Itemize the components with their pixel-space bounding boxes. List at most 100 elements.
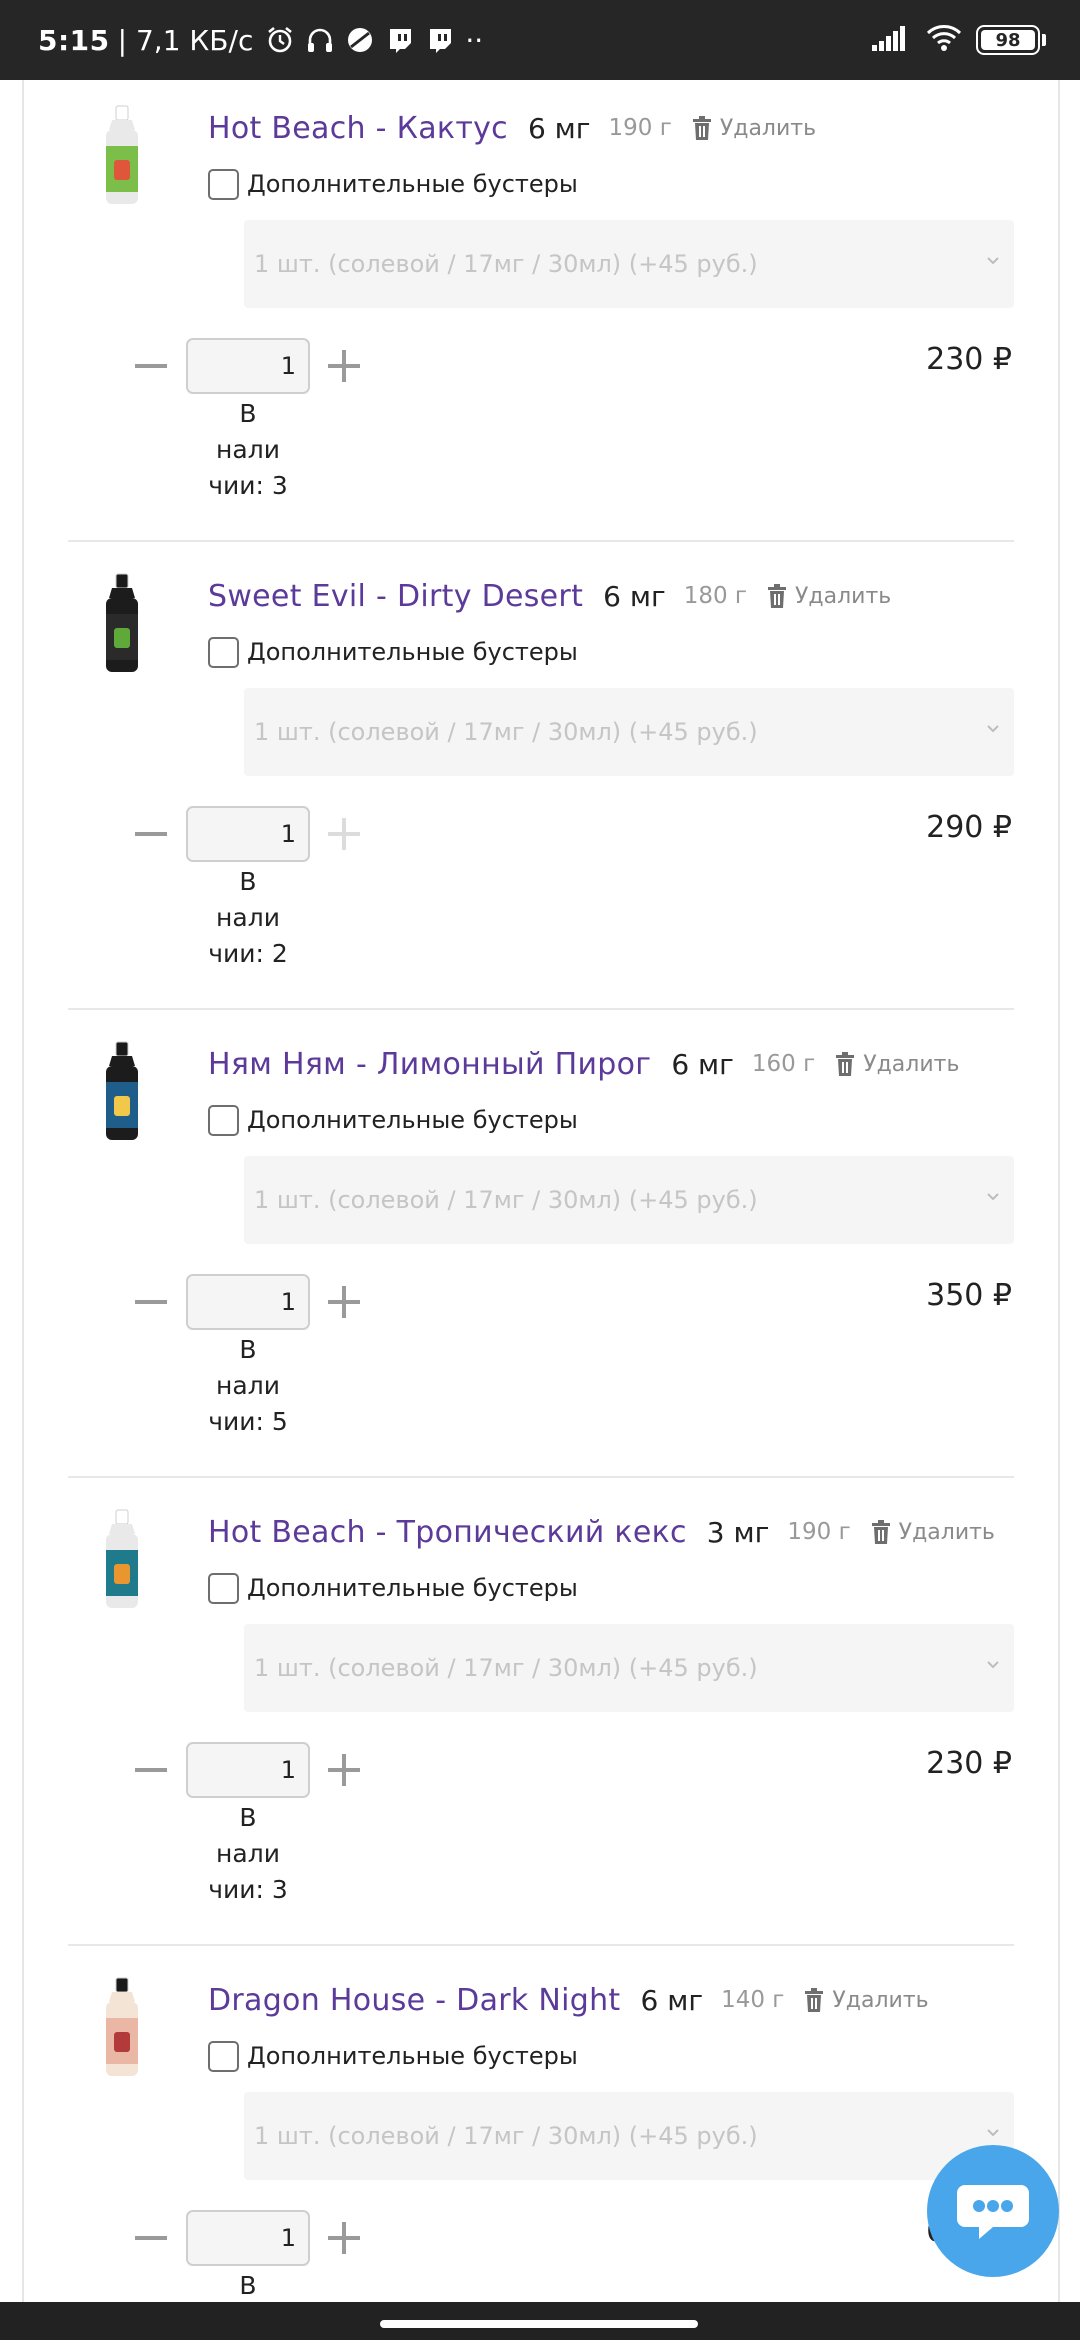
quantity-input[interactable] [186,806,310,862]
booster-select[interactable]: 1 шт. (солевой / 17мг / 30мл) (+45 руб.) [244,1156,1014,1244]
decrease-quantity-button[interactable] [135,1300,167,1304]
delete-button[interactable]: Удалить [835,1052,959,1077]
quantity-input[interactable] [186,1742,310,1798]
headphones-icon [305,25,335,55]
product-image[interactable] [68,1038,176,1146]
boosters-option[interactable]: Дополнительные бустеры [208,164,578,204]
pie-app-icon [345,25,375,55]
boosters-label: Дополнительные бустеры [247,2042,578,2070]
item-divider [68,1476,1014,1478]
product-weight: 190 г [787,1519,851,1545]
booster-select[interactable]: 1 шт. (солевой / 17мг / 30мл) (+45 руб.) [244,220,1014,308]
increase-quantity-button[interactable] [328,2222,360,2254]
product-name-link[interactable]: Dragon House - Dark Night [208,1983,621,2018]
product-image[interactable] [68,570,176,678]
booster-select[interactable]: 1 шт. (солевой / 17мг / 30мл) (+45 руб.) [244,688,1014,776]
product-image[interactable] [68,102,176,210]
delete-button[interactable]: Удалить [804,1987,929,2013]
decrease-quantity-button[interactable] [135,364,167,368]
status-network-speed: | 7,1 КБ/с [117,23,254,57]
boosters-checkbox[interactable] [208,2040,239,2072]
increase-quantity-button[interactable] [328,350,360,382]
boosters-checkbox[interactable] [208,1104,239,1136]
delete-button[interactable]: Удалить [767,584,891,609]
home-gesture-handle[interactable] [380,2320,698,2328]
boosters-option[interactable]: Дополнительные бустеры [208,632,578,672]
item-price: 350 ₽ [926,1278,1012,1313]
more-notifications: ·· [465,23,484,57]
boosters-label: Дополнительные бустеры [247,1106,578,1134]
increase-quantity-button[interactable] [328,1754,360,1786]
boosters-option[interactable]: Дополнительные бустеры [208,1100,578,1140]
delete-button[interactable]: Удалить [692,116,816,141]
stock-line-1: В [239,399,257,428]
increase-quantity-button[interactable] [328,818,360,850]
wifi-icon [926,24,962,56]
boosters-checkbox[interactable] [208,168,239,200]
product-image[interactable] [68,1974,176,2082]
stock-line-2: нали [216,1839,280,1868]
increase-quantity-button[interactable] [328,1286,360,1318]
item-divider [68,540,1014,542]
product-image[interactable] [68,1506,176,1614]
booster-select[interactable]: 1 шт. (солевой / 17мг / 30мл) (+45 руб.) [244,2092,1014,2180]
decrease-quantity-button[interactable] [135,2236,167,2240]
boosters-checkbox[interactable] [208,1572,239,1604]
boosters-label: Дополнительные бустеры [247,638,578,666]
boosters-label: Дополнительные бустеры [247,1574,578,1602]
delete-label: Удалить [863,1051,960,1077]
booster-select-value: 1 шт. (солевой / 17мг / 30мл) (+45 руб.) [254,1654,758,1682]
quantity-input[interactable] [186,2210,310,2266]
twitch-icon [385,25,415,55]
cart-item: Sweet Evil - Dirty Desert 6 мг 180 г Уда… [0,548,1080,1016]
stock-availability: В нали чии: 3 [198,396,298,504]
nicotine-strength: 6 мг [603,579,666,613]
product-weight: 180 г [683,583,747,609]
stock-line-1: В [239,1335,257,1364]
chat-button[interactable] [927,2145,1059,2277]
booster-select-value: 1 шт. (солевой / 17мг / 30мл) (+45 руб.) [254,2122,758,2150]
item-price: 230 ₽ [926,1746,1012,1781]
navigation-bar [0,2302,1080,2340]
cart-item: Hot Beach - Кактус 6 мг 190 г Удалить До… [0,80,1080,548]
boosters-label: Дополнительные бустеры [247,170,578,198]
product-name-link[interactable]: Ням Ням - Лимонный Пирог [208,1047,651,1082]
alarm-icon [265,25,295,55]
delete-button[interactable]: Удалить [871,1520,995,1545]
quantity-input[interactable] [186,338,310,394]
trash-icon [805,1988,824,2012]
product-name-link[interactable]: Hot Beach - Тропический кекс [208,1515,687,1550]
booster-select[interactable]: 1 шт. (солевой / 17мг / 30мл) (+45 руб.) [244,1624,1014,1712]
decrease-quantity-button[interactable] [135,1768,167,1772]
product-weight: 160 г [751,1051,816,1077]
cart-item: Hot Beach - Тропический кекс 3 мг 190 г … [0,1484,1080,1952]
stock-line-2: нали [216,435,280,464]
quantity-input[interactable] [186,1274,310,1330]
boosters-option[interactable]: Дополнительные бустеры [208,1568,578,1608]
trash-icon [836,1052,855,1076]
product-name-link[interactable]: Sweet Evil - Dirty Desert [208,579,583,614]
booster-select-value: 1 шт. (солевой / 17мг / 30мл) (+45 руб.) [254,1186,758,1214]
battery-level: 98 [995,29,1021,51]
chat-bubble-icon [957,2185,1029,2239]
delete-label: Удалить [795,583,892,609]
stock-line-3: чии: 5 [208,1407,288,1436]
boosters-checkbox[interactable] [208,636,239,668]
chevron-down-icon [987,1193,999,1201]
boosters-option[interactable]: Дополнительные бустеры [208,2036,578,2076]
stock-availability: В нали чии: 3 [198,1800,298,1908]
stock-line-2: нали [216,903,280,932]
booster-select-value: 1 шт. (солевой / 17мг / 30мл) (+45 руб.) [254,250,758,278]
stock-availability: В нали чии: 5 [198,1332,298,1440]
cart-page: Hot Beach - Кактус 6 мг 190 г Удалить До… [0,80,1080,2302]
twitch-icon [425,25,455,55]
nicotine-strength: 6 мг [527,111,591,145]
chevron-down-icon [987,725,999,733]
delete-label: Удалить [898,1519,995,1545]
delete-label: Удалить [832,1987,929,2013]
stock-line-1: В [239,1803,257,1832]
status-time: 5:15 [38,23,110,57]
product-name-link[interactable]: Hot Beach - Кактус [208,111,508,146]
decrease-quantity-button[interactable] [135,832,167,836]
battery-icon: 98 [976,25,1040,55]
